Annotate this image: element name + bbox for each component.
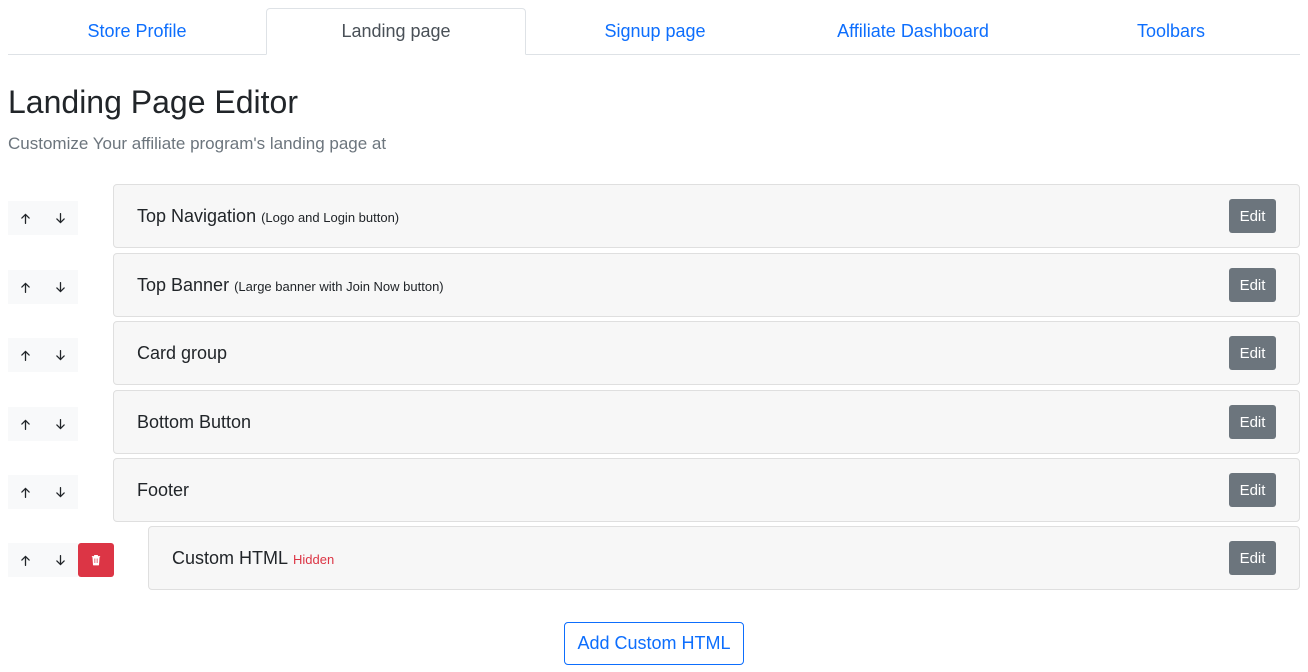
move-down-button[interactable] <box>43 475 78 509</box>
section-row-card-group: Card group Edit <box>8 321 1300 385</box>
arrow-down-icon <box>56 281 65 292</box>
settings-tabs: Store Profile Landing page Signup page A… <box>8 8 1300 55</box>
section-card: Footer Edit <box>113 458 1300 522</box>
section-row-footer: Footer Edit <box>8 458 1300 522</box>
add-custom-html-button[interactable]: Add Custom HTML <box>564 622 744 665</box>
delete-section-button[interactable] <box>78 543 114 577</box>
arrow-up-icon <box>21 350 30 361</box>
section-description: (Logo and Login button) <box>261 209 400 225</box>
arrow-down-icon <box>56 486 65 497</box>
move-down-button[interactable] <box>43 407 78 441</box>
section-name: Card group <box>137 342 228 363</box>
section-card: Top Banner (Large banner with Join Now b… <box>113 253 1300 317</box>
trash-icon <box>91 555 101 566</box>
move-down-button[interactable] <box>43 543 78 577</box>
section-description: (Large banner with Join Now button) <box>234 278 444 294</box>
edit-button[interactable]: Edit <box>1229 268 1276 302</box>
tab-toolbars[interactable]: Toolbars <box>1042 8 1300 55</box>
edit-button[interactable]: Edit <box>1229 541 1276 575</box>
arrow-down-icon <box>56 349 65 360</box>
section-controls <box>8 338 78 372</box>
section-controls <box>8 201 78 235</box>
edit-button[interactable]: Edit <box>1229 336 1276 370</box>
arrow-down-icon <box>56 554 65 565</box>
section-name: Top Banner <box>137 274 230 295</box>
tab-landing-page[interactable]: Landing page <box>266 8 526 55</box>
tab-signup-page[interactable]: Signup page <box>526 8 784 55</box>
section-row-top-navigation: Top Navigation (Logo and Login button) E… <box>8 184 1300 248</box>
arrow-up-icon <box>21 555 30 566</box>
tab-affiliate-dashboard[interactable]: Affiliate Dashboard <box>784 8 1042 55</box>
move-up-button[interactable] <box>8 201 43 235</box>
section-name: Custom HTML <box>172 547 289 568</box>
section-card: Bottom Button Edit <box>113 390 1300 454</box>
section-name: Footer <box>137 479 190 500</box>
move-up-button[interactable] <box>8 338 43 372</box>
section-controls <box>8 270 78 304</box>
section-row-bottom-button: Bottom Button Edit <box>8 390 1300 454</box>
move-up-button[interactable] <box>8 475 43 509</box>
move-down-button[interactable] <box>43 270 78 304</box>
arrow-up-icon <box>21 213 30 224</box>
section-card: Top Navigation (Logo and Login button) E… <box>113 184 1300 248</box>
arrow-up-icon <box>21 282 30 293</box>
arrow-down-icon <box>56 418 65 429</box>
move-down-button[interactable] <box>43 201 78 235</box>
edit-button[interactable]: Edit <box>1229 473 1276 507</box>
hidden-status-label: Hidden <box>293 551 335 567</box>
section-controls <box>8 475 78 509</box>
arrow-down-icon <box>56 212 65 223</box>
section-card: Custom HTML Hidden Edit <box>148 526 1300 590</box>
move-down-button[interactable] <box>43 338 78 372</box>
tab-store-profile[interactable]: Store Profile <box>8 8 266 55</box>
section-controls <box>8 407 78 441</box>
section-name: Top Navigation <box>137 205 257 226</box>
edit-button[interactable]: Edit <box>1229 405 1276 439</box>
edit-button[interactable]: Edit <box>1229 199 1276 233</box>
move-up-button[interactable] <box>8 407 43 441</box>
section-row-custom-html: Custom HTML Hidden Edit <box>8 526 1300 590</box>
landing-page-editor: Store Profile Landing page Signup page A… <box>0 0 1308 672</box>
page-subtitle: Customize Your affiliate program's landi… <box>8 134 387 153</box>
page-title: Landing Page Editor <box>8 84 298 120</box>
section-controls <box>8 543 114 577</box>
move-up-button[interactable] <box>8 543 43 577</box>
arrow-up-icon <box>21 487 30 498</box>
move-up-button[interactable] <box>8 270 43 304</box>
section-row-top-banner: Top Banner (Large banner with Join Now b… <box>8 253 1300 317</box>
arrow-up-icon <box>21 419 30 430</box>
section-name: Bottom Button <box>137 411 252 432</box>
section-card: Card group Edit <box>113 321 1300 385</box>
